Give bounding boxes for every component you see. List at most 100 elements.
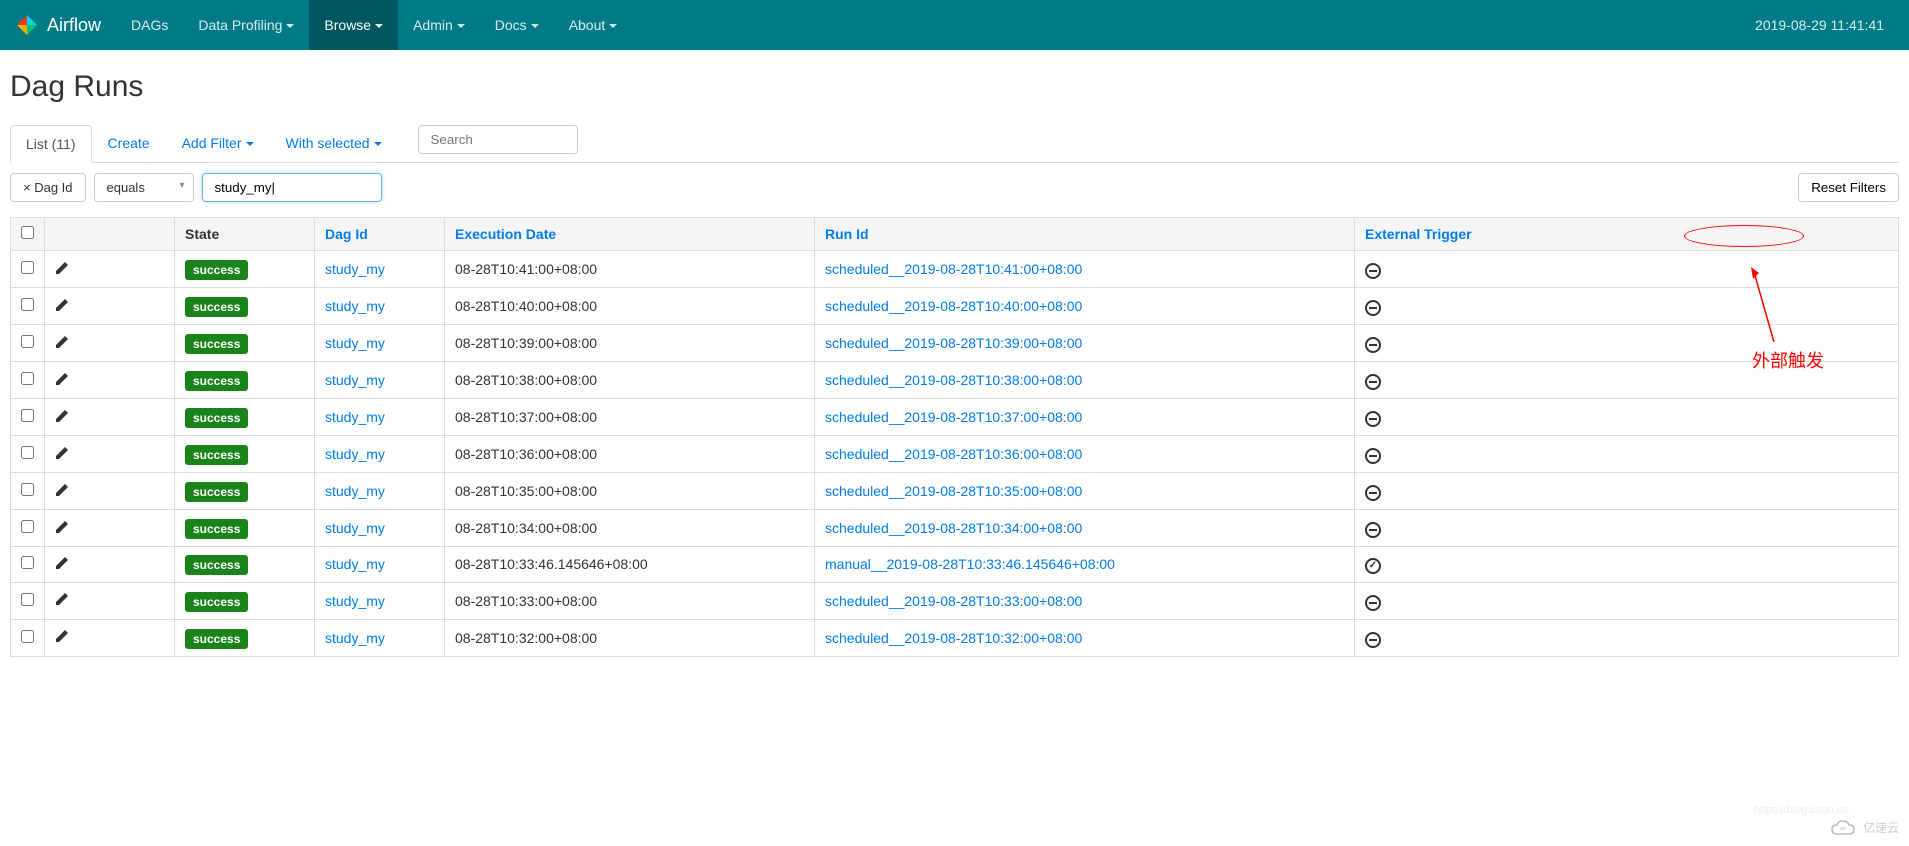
run-id-link[interactable]: scheduled__2019-08-28T10:35:00+08:00	[825, 483, 1082, 499]
table-row: success study_my 08-28T10:34:00+08:00 sc…	[11, 510, 1899, 547]
edit-icon[interactable]	[55, 521, 69, 537]
edit-icon[interactable]	[55, 593, 69, 609]
row-checkbox[interactable]	[21, 446, 34, 459]
caret-icon	[609, 17, 617, 33]
run-id-link[interactable]: scheduled__2019-08-28T10:38:00+08:00	[825, 372, 1082, 388]
table-row: success study_my 08-28T10:41:00+08:00 sc…	[11, 251, 1899, 288]
execution-date-cell: 08-28T10:39:00+08:00	[445, 325, 815, 362]
nav-item-admin[interactable]: Admin	[398, 0, 480, 50]
nav-item-about[interactable]: About	[554, 0, 633, 50]
execution-date-cell: 08-28T10:33:46.145646+08:00	[445, 547, 815, 583]
edit-icon[interactable]	[55, 410, 69, 426]
nav-item-dags[interactable]: DAGs	[116, 0, 183, 50]
state-badge: success	[185, 629, 248, 649]
dag-id-link[interactable]: study_my	[325, 446, 385, 462]
minus-circle-icon	[1365, 300, 1381, 316]
dag-id-link[interactable]: study_my	[325, 520, 385, 536]
watermark: ∞ 亿速云	[1831, 819, 1899, 836]
edit-icon[interactable]	[55, 484, 69, 500]
edit-icon[interactable]	[55, 557, 69, 573]
search-input[interactable]	[418, 125, 578, 154]
filter-tag-dagid[interactable]: × Dag Id	[10, 173, 86, 202]
minus-circle-icon	[1365, 263, 1381, 279]
row-checkbox[interactable]	[21, 593, 34, 606]
dag-id-link[interactable]: study_my	[325, 335, 385, 351]
run-id-link[interactable]: manual__2019-08-28T10:33:46.145646+08:00	[825, 556, 1115, 572]
run-id-link[interactable]: scheduled__2019-08-28T10:34:00+08:00	[825, 520, 1082, 536]
edit-icon[interactable]	[55, 447, 69, 463]
edit-icon[interactable]	[55, 373, 69, 389]
caret-icon	[286, 17, 294, 33]
dag-id-link[interactable]: study_my	[325, 298, 385, 314]
run-id-link[interactable]: scheduled__2019-08-28T10:41:00+08:00	[825, 261, 1082, 277]
execution-date-cell: 08-28T10:38:00+08:00	[445, 362, 815, 399]
run-id-link[interactable]: scheduled__2019-08-28T10:36:00+08:00	[825, 446, 1082, 462]
minus-circle-icon	[1365, 595, 1381, 611]
state-badge: success	[185, 592, 248, 612]
row-checkbox[interactable]	[21, 630, 34, 643]
caret-icon	[246, 135, 254, 151]
minus-circle-icon	[1365, 632, 1381, 648]
edit-icon[interactable]	[55, 630, 69, 646]
caret-icon	[457, 17, 465, 33]
execution-date-cell: 08-28T10:34:00+08:00	[445, 510, 815, 547]
state-badge: success	[185, 371, 248, 391]
state-badge: success	[185, 334, 248, 354]
minus-circle-icon	[1365, 337, 1381, 353]
header-run-id[interactable]: Run Id	[815, 218, 1355, 251]
state-badge: success	[185, 555, 248, 575]
dag-id-link[interactable]: study_my	[325, 593, 385, 609]
execution-date-cell: 08-28T10:37:00+08:00	[445, 399, 815, 436]
edit-icon[interactable]	[55, 336, 69, 352]
row-checkbox[interactable]	[21, 298, 34, 311]
toolbar: List (11) Create Add Filter With selecte…	[10, 124, 1899, 163]
row-checkbox[interactable]	[21, 409, 34, 422]
run-id-link[interactable]: scheduled__2019-08-28T10:33:00+08:00	[825, 593, 1082, 609]
nav-item-docs[interactable]: Docs	[480, 0, 554, 50]
row-checkbox[interactable]	[21, 556, 34, 569]
svg-text:∞: ∞	[1840, 824, 1846, 833]
run-id-link[interactable]: scheduled__2019-08-28T10:39:00+08:00	[825, 335, 1082, 351]
execution-date-cell: 08-28T10:40:00+08:00	[445, 288, 815, 325]
table-row: success study_my 08-28T10:35:00+08:00 sc…	[11, 473, 1899, 510]
dag-id-link[interactable]: study_my	[325, 630, 385, 646]
tab-create[interactable]: Create	[92, 124, 166, 162]
row-checkbox[interactable]	[21, 261, 34, 274]
filter-value-input[interactable]	[202, 173, 382, 202]
table-row: success study_my 08-28T10:32:00+08:00 sc…	[11, 619, 1899, 656]
edit-icon[interactable]	[55, 262, 69, 278]
run-id-link[interactable]: scheduled__2019-08-28T10:40:00+08:00	[825, 298, 1082, 314]
dag-id-link[interactable]: study_my	[325, 409, 385, 425]
tab-list[interactable]: List (11)	[10, 125, 92, 163]
filter-operator-select[interactable]: equals	[94, 173, 194, 202]
run-id-link[interactable]: scheduled__2019-08-28T10:32:00+08:00	[825, 630, 1082, 646]
nav-item-data-profiling[interactable]: Data Profiling	[183, 0, 309, 50]
page-title: Dag Runs	[10, 70, 1899, 104]
row-checkbox[interactable]	[21, 372, 34, 385]
state-badge: success	[185, 482, 248, 502]
minus-circle-icon	[1365, 522, 1381, 538]
row-checkbox[interactable]	[21, 520, 34, 533]
edit-icon[interactable]	[55, 299, 69, 315]
tab-with-selected[interactable]: With selected	[270, 124, 398, 162]
dag-id-link[interactable]: study_my	[325, 483, 385, 499]
dag-id-link[interactable]: study_my	[325, 261, 385, 277]
table-row: success study_my 08-28T10:36:00+08:00 sc…	[11, 436, 1899, 473]
minus-circle-icon	[1365, 374, 1381, 390]
select-all-checkbox[interactable]	[21, 226, 34, 239]
run-id-link[interactable]: scheduled__2019-08-28T10:37:00+08:00	[825, 409, 1082, 425]
brand[interactable]: Airflow	[15, 13, 101, 37]
minus-circle-icon	[1365, 485, 1381, 501]
reset-filters-button[interactable]: Reset Filters	[1798, 173, 1899, 202]
header-execution-date[interactable]: Execution Date	[445, 218, 815, 251]
row-checkbox[interactable]	[21, 335, 34, 348]
tab-add-filter[interactable]: Add Filter	[166, 124, 270, 162]
dag-id-link[interactable]: study_my	[325, 556, 385, 572]
header-external-trigger[interactable]: External Trigger	[1355, 218, 1899, 251]
dag-id-link[interactable]: study_my	[325, 372, 385, 388]
nav-item-browse[interactable]: Browse	[309, 0, 398, 50]
row-checkbox[interactable]	[21, 483, 34, 496]
brand-text: Airflow	[47, 15, 101, 36]
table-row: success study_my 08-28T10:39:00+08:00 sc…	[11, 325, 1899, 362]
header-dag-id[interactable]: Dag Id	[315, 218, 445, 251]
